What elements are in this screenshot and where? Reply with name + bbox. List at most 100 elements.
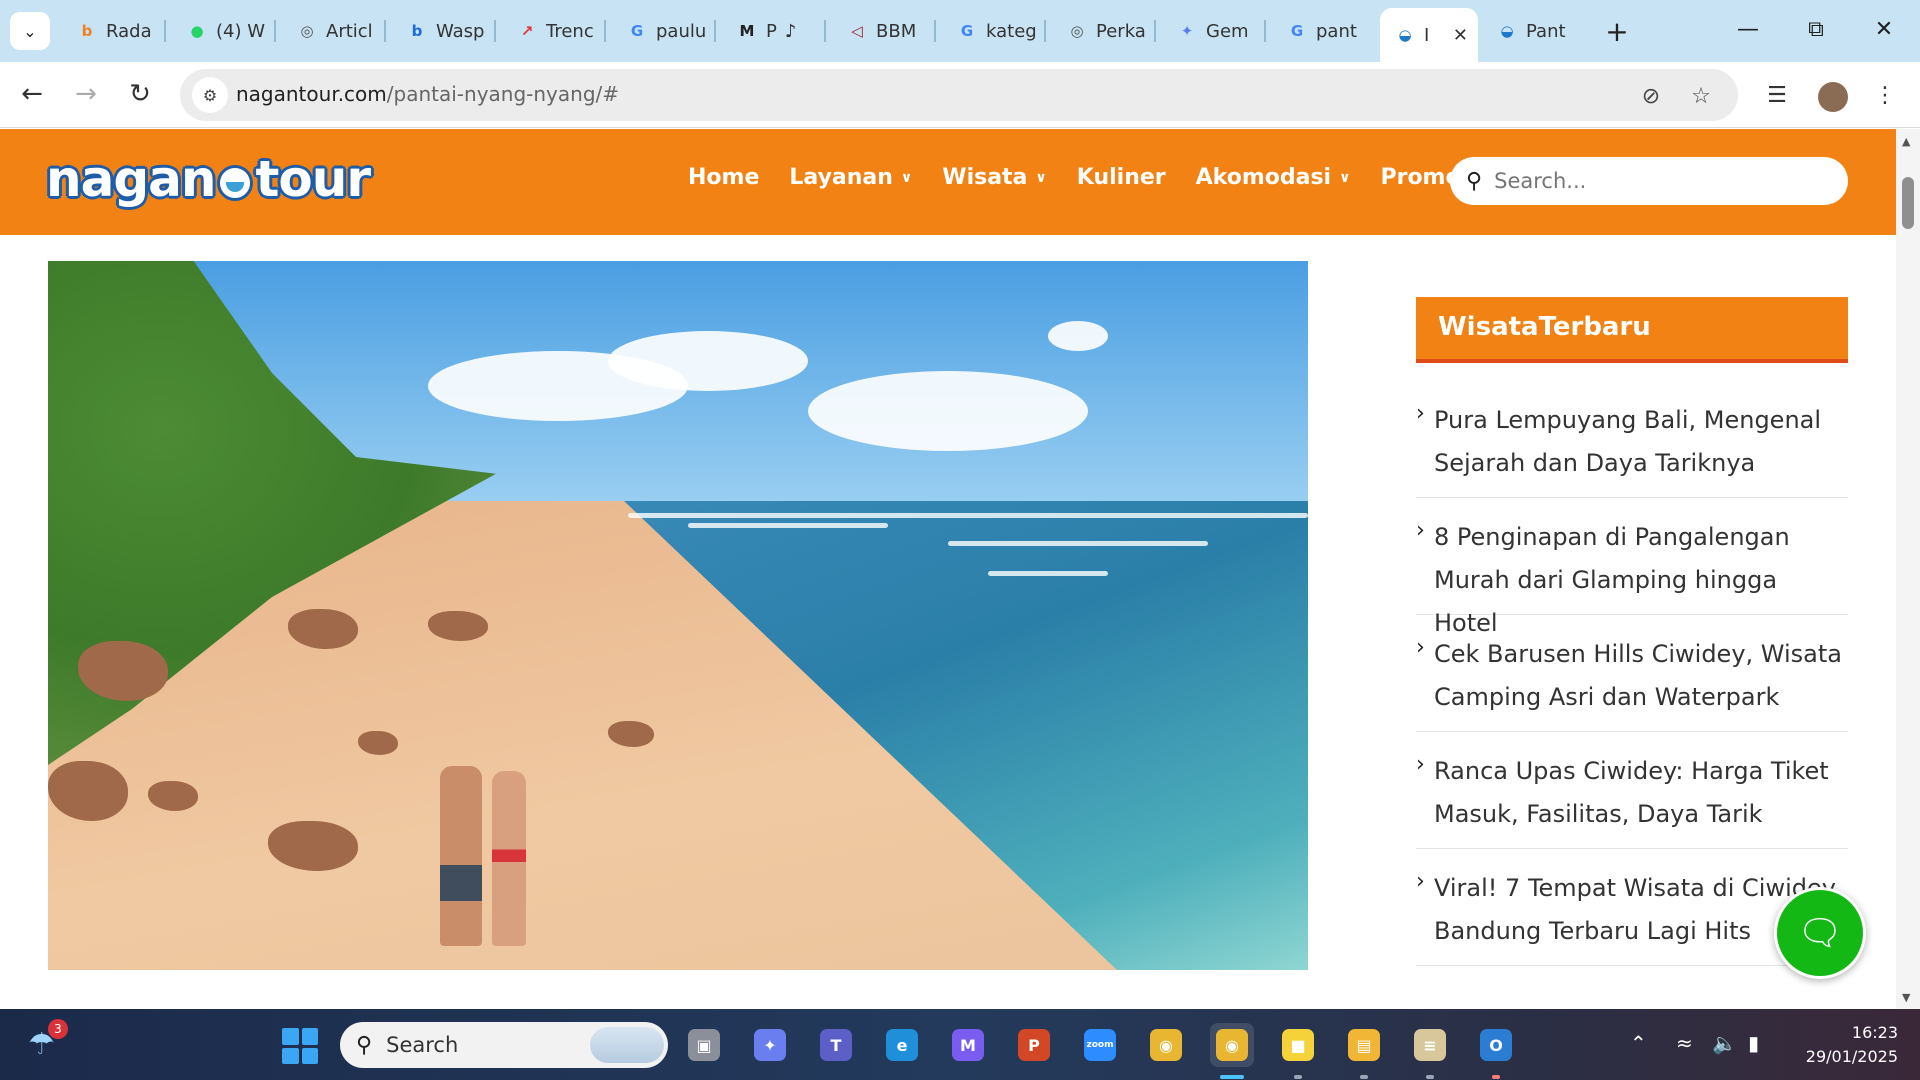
browser-tab[interactable]: ● (4) W [172,12,268,50]
battery-icon[interactable]: ▮ [1748,1031,1759,1055]
chrome-profile-icon[interactable]: ◉ [1210,1023,1254,1067]
reader-icon[interactable]: ≡ [1408,1023,1452,1067]
recent-post-link[interactable]: › 8 Penginapan di Pangalengan Murah dari … [1416,498,1848,637]
restore-button[interactable]: ⧉ [1782,0,1850,58]
menu-item-label: Wisata [942,165,1028,190]
browser-tab[interactable]: ◁ BBM [832,12,928,50]
url-text[interactable]: nagantour.com/pantai-nyang-nyang/# [236,82,619,106]
tab-separator [714,20,716,42]
globe-icon: ◎ [1070,22,1084,40]
restore-icon: ⧉ [1808,16,1824,42]
google-icon: G [1290,22,1304,40]
menu-item-label: Promo [1380,165,1461,190]
sticky-notes-glyph: ■ [1282,1029,1314,1061]
chat-button[interactable]: 🗨 [1774,887,1866,979]
reader-glyph: ≡ [1414,1029,1446,1061]
recent-post-link[interactable]: › Cek Barusen Hills Ciwidey, Wisata Campi… [1416,615,1848,732]
google-icon: G [630,22,644,40]
close-icon: ✕ [1874,16,1894,42]
close-tab-icon[interactable]: ✕ [1453,25,1468,46]
logo-globe-icon [217,165,254,201]
forward-button[interactable]: → [66,74,106,114]
teams-icon[interactable]: T [814,1023,858,1067]
tab-separator [1264,20,1266,42]
taskbar-search[interactable]: ⚲ Search [340,1022,668,1068]
browser-tab[interactable]: ✦ Gem [1162,12,1258,50]
scroll-thumb[interactable] [1902,177,1914,229]
zoom-icon[interactable]: zoom [1078,1023,1122,1067]
tab-separator [934,20,936,42]
media-controls-button[interactable]: ☰ [1758,76,1796,114]
site-info-button[interactable]: ⚙ [192,77,228,113]
menu-item-label: Layanan [789,165,893,190]
hero-beach-image [48,261,1308,970]
browser-tab[interactable]: b Rada [62,12,158,50]
site-search-input[interactable] [1494,169,1815,193]
menu-item-akomodasi[interactable]: Akomodasi ∨ [1196,165,1351,190]
bookmark-star-icon[interactable]: ☆ [1686,81,1716,111]
browser-tab[interactable]: M P ♪ [722,12,818,50]
browser-tab[interactable]: ↗ Trenc [502,12,598,50]
edge-icon[interactable]: e [880,1023,924,1067]
profile-button[interactable] [1812,76,1850,114]
task-view-icon[interactable]: ▣ [682,1023,726,1067]
bing-icon: b [81,22,93,40]
chevron-down-icon: ⌄ [23,21,37,41]
cloud [808,371,1088,451]
recent-post-link[interactable]: › Ranca Upas Ciwidey: Harga Tiket Masuk, … [1416,732,1848,849]
scroll-down-icon[interactable]: ▼ [1902,991,1910,1004]
cloud [608,331,808,391]
page-scrollbar[interactable]: ▲ ▼ [1896,129,1920,1009]
menu-item-kuliner[interactable]: Kuliner [1077,165,1166,190]
tab-title: BBM [876,20,917,42]
browser-tab[interactable]: ◒ Pant [1482,12,1578,50]
site-logo[interactable]: nagan tour [46,149,371,209]
menu-item-promo[interactable]: Promo [1380,165,1460,190]
logo-text-left: nagan [46,150,216,208]
browser-menu-button[interactable]: ⋮ [1866,76,1904,114]
start-button[interactable] [282,1028,318,1064]
menu-item-layanan[interactable]: Layanan ∨ [789,165,912,190]
scroll-up-icon[interactable]: ▲ [1902,135,1910,148]
close-window-button[interactable]: ✕ [1850,0,1918,58]
audio-playing-icon[interactable]: ♪ [785,21,797,42]
recent-post-link[interactable]: › Pura Lempuyang Bali, Mengenal Sejarah d… [1416,381,1848,498]
menu-item-wisata[interactable]: Wisata ∨ [942,165,1047,190]
tab-separator [604,20,606,42]
chevron-right-icon: › [1416,752,1425,777]
menu-item-home[interactable]: Home [688,165,759,190]
tab-search-button[interactable]: ⌄ [10,12,50,50]
tab-separator [1154,20,1156,42]
volume-icon[interactable]: 🔈 [1712,1031,1737,1055]
tab-title: kateg [986,20,1037,42]
browser-tab[interactable]: b Wasp [392,12,488,50]
outlook-icon[interactable]: O [1474,1023,1518,1067]
reload-button[interactable]: ↻ [120,74,160,114]
back-button[interactable]: ← [12,74,52,114]
file-explorer-icon[interactable]: ▤ [1342,1023,1386,1067]
person [440,766,482,946]
new-tab-button[interactable]: + [1598,12,1636,50]
tab-separator [824,20,826,42]
system-clock[interactable]: 16:23 29/01/2025 [1798,1021,1898,1069]
browser-toolbar: ← → ↻ ⚙ nagantour.com/pantai-nyang-nyang… [0,62,1920,128]
bing-icon: b [411,22,423,40]
browser-tab[interactable]: Gpant [1272,12,1368,50]
powerpoint-icon[interactable]: P [1012,1023,1056,1067]
chevron-up-icon[interactable]: ⌃ [1630,1031,1647,1055]
zoom-glyph: zoom [1084,1029,1116,1061]
chrome-icon[interactable]: ◉ [1144,1023,1188,1067]
copilot-icon[interactable]: ✦ [748,1023,792,1067]
minimize-button[interactable]: — [1714,0,1782,58]
m365-icon[interactable]: M [946,1023,990,1067]
browser-tab[interactable]: ◎ Perka [1052,12,1148,50]
wifi-icon[interactable]: ≈ [1676,1031,1693,1055]
browser-tab[interactable]: Gkateg [942,12,1038,50]
browser-tab[interactable]: ◎ Articl [282,12,378,50]
browser-tab[interactable]: ◒ I ✕ [1380,8,1478,62]
eye-off-icon[interactable]: ⊘ [1636,81,1666,111]
sticky-notes-icon[interactable]: ■ [1276,1023,1320,1067]
url-domain: nagantour.com [236,82,387,106]
browser-tab[interactable]: Gpaulu [612,12,708,50]
address-bar[interactable]: ⚙ nagantour.com/pantai-nyang-nyang/# ⊘ ☆ [180,69,1738,121]
